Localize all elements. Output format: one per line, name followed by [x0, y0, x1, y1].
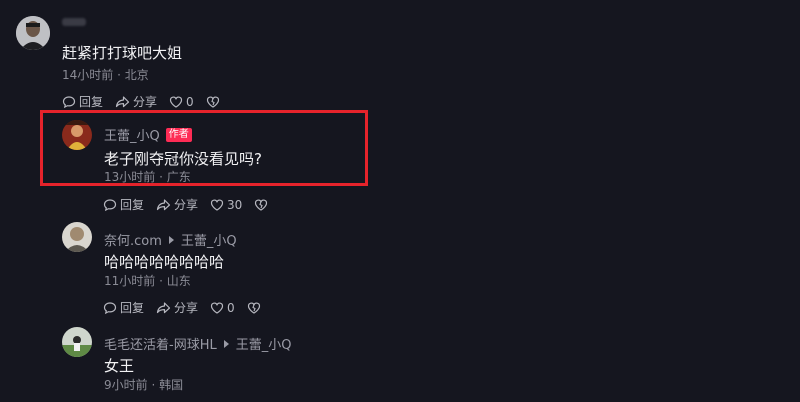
reply-to-username[interactable]: 王蕾_小Q [236, 334, 292, 353]
username-blurred [62, 18, 86, 26]
share-button[interactable]: 分享 [156, 299, 198, 316]
share-arrow-icon [156, 198, 171, 210]
share-label: 分享 [133, 95, 158, 109]
reply-label: 回复 [120, 198, 145, 212]
author-badge: 作者 [165, 127, 192, 142]
username-line: 毛毛还活着-网球HL 王蕾_小Q [104, 334, 291, 353]
reply-button[interactable]: 回复 [103, 196, 144, 213]
reply-button[interactable]: 回复 [62, 93, 103, 110]
reply-bubble-icon [103, 301, 117, 314]
comment-actions: 回复 分享 30 [103, 196, 283, 213]
dislike-button[interactable] [206, 95, 223, 109]
reply-to-caret-icon [223, 339, 229, 348]
share-label: 分享 [174, 301, 199, 315]
share-button[interactable]: 分享 [156, 196, 198, 213]
comment-actions: 回复 分享 0 [103, 299, 276, 316]
comment-actions: 回复 分享 0 [62, 93, 235, 110]
like-count: 30 [227, 197, 243, 212]
like-button[interactable]: 0 [210, 301, 235, 315]
comment-meta: 11小时前 · 山东 [104, 274, 191, 288]
broken-heart-icon [247, 302, 260, 314]
broken-heart-icon [255, 199, 268, 211]
avatar[interactable] [62, 222, 92, 252]
reply-bubble-icon [62, 95, 76, 108]
reply-button[interactable]: 回复 [103, 299, 144, 316]
heart-icon [210, 302, 224, 314]
like-count: 0 [186, 94, 194, 109]
reply-bubble-icon [103, 198, 117, 211]
username-line: 奈何.com 王蕾_小Q [104, 230, 237, 249]
avatar[interactable] [62, 120, 92, 150]
dislike-button[interactable] [247, 301, 264, 315]
reply-to-username[interactable]: 王蕾_小Q [181, 230, 237, 249]
username[interactable]: 王蕾_小Q [104, 125, 160, 144]
broken-heart-icon [206, 96, 219, 108]
comment-meta: 9小时前 · 韩国 [104, 378, 184, 392]
share-arrow-icon [115, 95, 130, 107]
reply-label: 回复 [79, 95, 104, 109]
dislike-button[interactable] [254, 198, 271, 212]
comment-text: 赶紧打打球吧大姐 [62, 44, 183, 62]
share-arrow-icon [156, 301, 171, 313]
reply-label: 回复 [120, 301, 145, 315]
share-label: 分享 [174, 198, 199, 212]
like-count: 0 [227, 300, 235, 315]
comment-text: 哈哈哈哈哈哈哈哈 [104, 253, 225, 271]
comment-text: 老子刚夺冠你没看见吗? [104, 150, 262, 168]
username[interactable]: 毛毛还活着-网球HL [104, 334, 217, 353]
share-button[interactable]: 分享 [115, 93, 157, 110]
like-button[interactable]: 0 [169, 95, 194, 109]
comment-text: 女王 [104, 357, 135, 375]
avatar[interactable] [62, 327, 92, 357]
username[interactable]: 奈何.com [104, 230, 162, 249]
username-line: 王蕾_小Q 作者 [104, 125, 192, 144]
heart-icon [210, 199, 224, 211]
heart-icon [169, 96, 183, 108]
like-button[interactable]: 30 [210, 198, 242, 212]
comment-meta: 13小时前 · 广东 [104, 170, 191, 184]
reply-to-caret-icon [168, 235, 174, 244]
comment-meta: 14小时前 · 北京 [62, 68, 149, 82]
avatar[interactable] [16, 16, 50, 50]
